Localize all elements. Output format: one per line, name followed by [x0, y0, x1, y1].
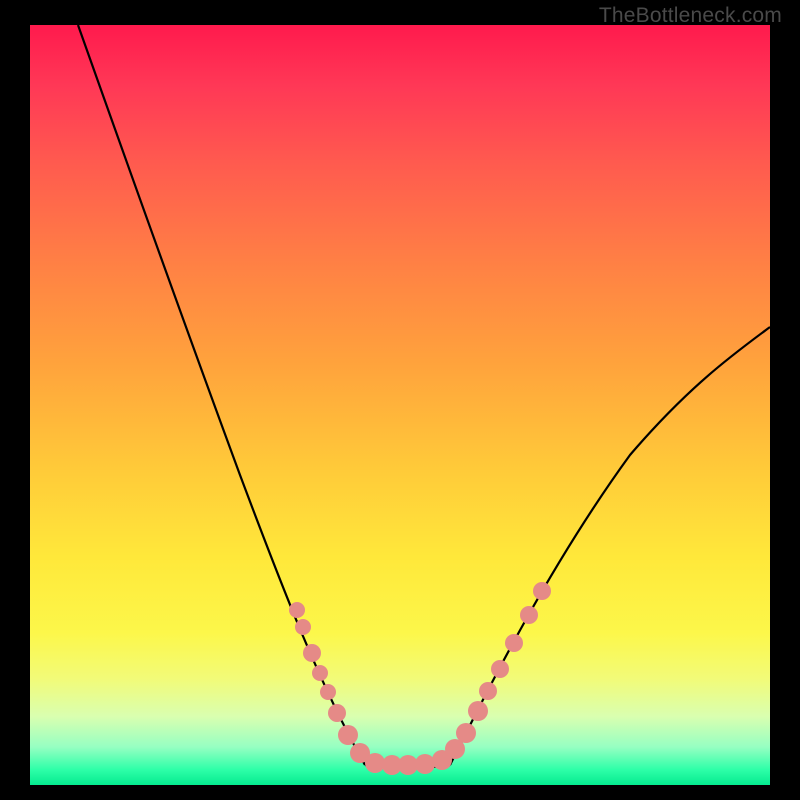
left-arm-path	[78, 25, 365, 765]
data-dot	[338, 725, 358, 745]
data-dot	[415, 754, 435, 774]
data-dot	[468, 701, 488, 721]
data-dot	[398, 755, 418, 775]
data-dot	[289, 602, 305, 618]
right-arm-path	[450, 327, 770, 765]
v-curve	[78, 25, 770, 768]
data-dot	[456, 723, 476, 743]
data-dot	[365, 753, 385, 773]
data-dot	[491, 660, 509, 678]
data-dot	[505, 634, 523, 652]
data-dot	[303, 644, 321, 662]
curve-svg	[30, 25, 770, 785]
data-dot	[320, 684, 336, 700]
data-dot	[312, 665, 328, 681]
gradient-plot-area	[30, 25, 770, 785]
data-dot	[533, 582, 551, 600]
data-dot	[479, 682, 497, 700]
outer-frame: TheBottleneck.com	[0, 0, 800, 800]
data-dot	[520, 606, 538, 624]
watermark-text: TheBottleneck.com	[599, 4, 782, 28]
data-dot	[295, 619, 311, 635]
data-dots	[289, 582, 551, 775]
data-dot	[328, 704, 346, 722]
